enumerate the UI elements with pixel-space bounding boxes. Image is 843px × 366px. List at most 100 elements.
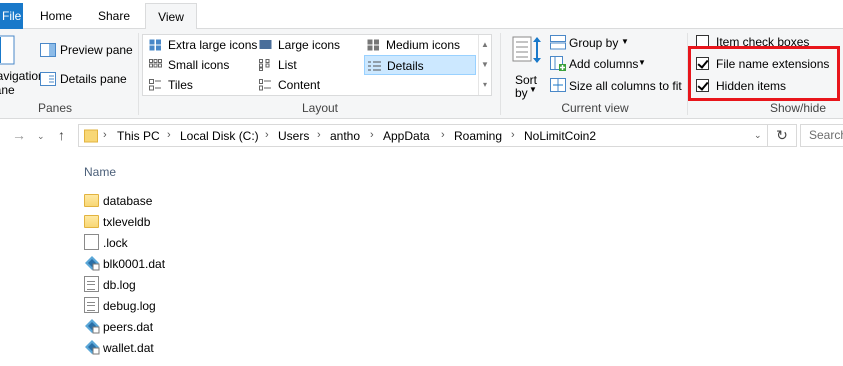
file-name: database <box>103 194 153 208</box>
file-name: blk0001.dat <box>103 257 166 271</box>
chevron-down-icon: ▼ <box>621 37 629 46</box>
navigation-pane-button[interactable]: Navigation pane <box>0 33 45 99</box>
layout-medium-icons[interactable]: Medium icons <box>364 35 476 55</box>
breadcrumb-appdata[interactable]: AppData <box>383 129 430 143</box>
folder-icon <box>84 215 99 228</box>
layout-content[interactable]: Content <box>256 75 364 95</box>
address-dropdown-chevron-icon[interactable]: ⌄ <box>754 130 762 141</box>
file-name: db.log <box>103 278 136 292</box>
breadcrumb-this-pc[interactable]: This PC <box>117 129 160 143</box>
file-row[interactable]: .lock <box>84 232 284 253</box>
add-columns-button[interactable]: Add columns ▼ <box>550 55 650 73</box>
layout-label: Large icons <box>278 38 341 52</box>
details-icon <box>368 61 381 71</box>
dat-file-icon <box>85 340 100 355</box>
sort-by-button[interactable]: Sort by ▼ <box>508 33 544 100</box>
ribbon-separator <box>500 33 501 115</box>
breadcrumb-separator-icon[interactable]: › <box>167 129 171 141</box>
file-row[interactable]: wallet.dat <box>84 337 284 358</box>
layout-tiles[interactable]: Tiles <box>146 75 256 95</box>
tab-share[interactable]: Share <box>88 3 140 29</box>
breadcrumb-separator-icon[interactable]: › <box>441 129 445 141</box>
red-highlight-box <box>688 46 840 101</box>
layout-label: Details <box>387 59 424 73</box>
refresh-button[interactable]: ↻ <box>768 124 797 147</box>
text-file-icon <box>84 297 99 313</box>
file-row[interactable]: blk0001.dat <box>84 253 284 274</box>
recent-locations-chevron-icon[interactable]: ⌄ <box>37 131 45 142</box>
scroll-up-icon[interactable]: ▲ <box>479 35 491 55</box>
address-bar-row: → ⌄ ↑ › This PC › Local Disk (C:) › User… <box>0 119 843 152</box>
details-pane-button[interactable]: Details pane <box>40 70 132 88</box>
add-columns-icon <box>550 56 566 71</box>
file-row[interactable]: debug.log <box>84 295 284 316</box>
layout-list[interactable]: List <box>256 55 364 75</box>
up-arrow-icon[interactable]: ↑ <box>58 127 65 143</box>
file-name: debug.log <box>103 299 156 313</box>
layout-small-icons[interactable]: Small icons <box>146 55 256 75</box>
column-header-name[interactable]: Name <box>84 165 116 179</box>
size-all-columns-button[interactable]: Size all columns to fit <box>550 77 682 95</box>
tab-file[interactable]: File <box>0 3 23 29</box>
breadcrumb-antho[interactable]: antho <box>330 129 360 143</box>
breadcrumb-separator-icon[interactable]: › <box>103 129 107 141</box>
layout-label: Tiles <box>168 78 193 92</box>
extra-large-icons-icon <box>149 39 161 51</box>
details-pane-icon <box>40 72 56 86</box>
group-by-label: Group by <box>569 36 619 50</box>
ribbon-view: Navigation pane Preview pane Details pan… <box>0 29 843 119</box>
sort-by-label-2: by <box>515 86 528 100</box>
file-row[interactable]: db.log <box>84 274 284 295</box>
search-box[interactable]: Search <box>800 124 843 147</box>
tab-home[interactable]: Home <box>30 3 82 29</box>
file-name: .lock <box>103 236 128 250</box>
list-icon <box>259 59 270 71</box>
add-columns-label: Add columns <box>569 57 639 71</box>
layout-details[interactable]: Details <box>364 55 476 75</box>
tab-view[interactable]: View <box>145 3 197 30</box>
large-icons-icon <box>259 40 272 49</box>
content-icon <box>259 79 271 91</box>
file-row[interactable]: database <box>84 190 284 211</box>
group-label-layout: Layout <box>301 101 339 115</box>
group-by-button[interactable]: Group by ▼ <box>550 34 640 52</box>
blank-file-icon <box>84 234 99 250</box>
preview-pane-button[interactable]: Preview pane <box>40 41 133 59</box>
layout-extra-large-icons[interactable]: Extra large icons <box>146 35 257 55</box>
ribbon-separator <box>138 33 139 115</box>
refresh-icon: ↻ <box>776 127 788 143</box>
group-label-current-view: Current view <box>561 101 629 115</box>
chevron-down-icon: ▼ <box>638 58 646 67</box>
breadcrumb-local-disk[interactable]: Local Disk (C:) <box>180 129 259 143</box>
breadcrumb-separator-icon[interactable]: › <box>511 129 515 141</box>
preview-pane-label: Preview pane <box>60 43 133 57</box>
dat-file-icon <box>85 319 100 334</box>
file-name: peers.dat <box>103 320 154 334</box>
scroll-down-icon[interactable]: ▼ <box>479 55 491 75</box>
breadcrumb-users[interactable]: Users <box>278 129 309 143</box>
dat-file-icon <box>85 256 100 271</box>
navigation-pane-label: Navigation <box>0 69 45 83</box>
details-pane-label: Details pane <box>60 72 127 86</box>
preview-pane-icon <box>40 43 56 57</box>
chevron-down-icon: ▼ <box>529 85 537 94</box>
folder-icon <box>84 129 98 143</box>
text-file-icon <box>84 276 99 292</box>
expand-gallery-icon[interactable]: ▾ <box>479 75 491 95</box>
layout-large-icons[interactable]: Large icons <box>256 35 364 55</box>
layout-gallery-scroller[interactable]: ▲ ▼ ▾ <box>478 35 491 95</box>
file-row[interactable]: txleveldb <box>84 211 284 232</box>
file-row[interactable]: peers.dat <box>84 316 284 337</box>
ribbon-tabs: File Home Share View <box>0 0 843 30</box>
navigation-pane-icon <box>0 35 15 65</box>
layout-label: Small icons <box>168 58 230 72</box>
breadcrumb-separator-icon[interactable]: › <box>370 129 374 141</box>
breadcrumb-separator-icon[interactable]: › <box>265 129 269 141</box>
tiles-icon <box>149 79 161 91</box>
group-by-icon <box>550 35 566 50</box>
address-bar[interactable]: › This PC › Local Disk (C:) › Users › an… <box>78 124 768 147</box>
breadcrumb-roaming[interactable]: Roaming <box>454 129 502 143</box>
breadcrumb-separator-icon[interactable]: › <box>317 129 321 141</box>
back-arrow-icon[interactable]: → <box>12 127 26 143</box>
breadcrumb-nolimitcoin2[interactable]: NoLimitCoin2 <box>524 129 596 143</box>
